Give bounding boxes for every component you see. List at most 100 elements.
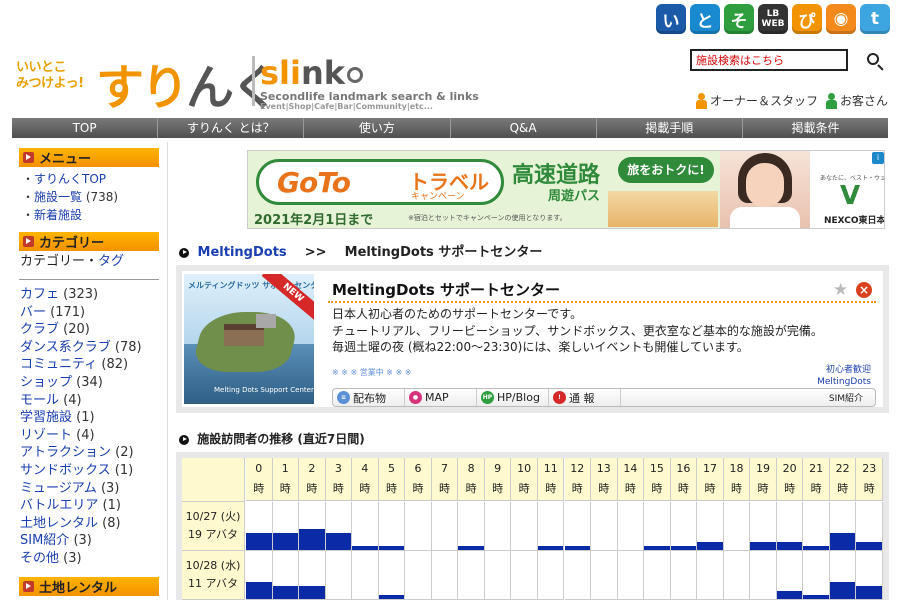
action-gift[interactable]: ≡ 配布物 <box>333 389 405 406</box>
ad-info-icon[interactable]: i <box>872 152 884 164</box>
chart-cell <box>325 551 353 600</box>
category-link[interactable]: バー <box>20 305 46 320</box>
visitor-bar <box>378 545 405 550</box>
twitter-icon[interactable]: t <box>860 4 890 34</box>
visitor-bar <box>776 541 803 550</box>
chart-cell <box>537 502 565 551</box>
itoshi-icon[interactable]: い <box>656 4 686 34</box>
favorite-star-icon[interactable]: ★ <box>833 282 848 299</box>
facility-description: 日本人初心者のためのサポートセンターです。 チュートリアル、フリービーショップ、サ… <box>332 306 877 356</box>
user-link-0[interactable]: オーナー＆スタッフ <box>695 92 818 109</box>
category-count: (4) <box>72 427 95 443</box>
hour-unit: 時 <box>253 482 265 495</box>
facility-tag-link[interactable]: 初心者歓迎 <box>817 364 871 376</box>
menu-link[interactable]: すりんくTOP <box>34 172 106 186</box>
category-link[interactable]: カフェ <box>20 287 59 302</box>
nav-item-1[interactable]: すりんく とは？ <box>158 118 305 138</box>
action-map-pin[interactable]: ● MAP <box>405 389 477 406</box>
category-count: (2) <box>111 445 134 461</box>
category-count: (4) <box>59 392 82 408</box>
category-link[interactable]: モール <box>20 393 59 408</box>
hour-header: 22 時 <box>829 458 857 501</box>
pi-icon[interactable]: ぴ <box>792 4 822 34</box>
facility-card: メルティングドッツ サポートセンター Melting Dots Support … <box>176 265 889 413</box>
hour-header: 8時 <box>458 458 485 501</box>
tag-tab[interactable]: タグ <box>98 254 124 269</box>
hour-header: 2時 <box>299 458 326 501</box>
category-link[interactable]: サンドボックス <box>20 463 111 478</box>
facility-thumbnail[interactable]: メルティングドッツ サポートセンター Melting Dots Support … <box>184 274 314 404</box>
category-link[interactable]: その他 <box>20 551 59 566</box>
facility-search-input[interactable] <box>690 49 848 71</box>
logo-divider <box>252 56 255 106</box>
hour-unit: 時 <box>385 482 397 495</box>
category-link[interactable]: SIM紹介 <box>20 533 69 548</box>
category-link[interactable]: 土地レンタル <box>20 516 98 531</box>
chart-cell <box>378 502 406 551</box>
menu-link[interactable]: 新着施設 <box>34 208 82 222</box>
rss-icon[interactable]: ◉ <box>826 4 856 34</box>
category-link[interactable]: ミュージアム <box>20 481 97 496</box>
search-button[interactable] <box>866 52 886 72</box>
logo-tagline-line: みつけよっ! <box>16 76 84 91</box>
menu-heading: メニュー <box>19 148 159 167</box>
chart-corner <box>182 458 245 502</box>
hour-number: 11 <box>543 462 558 475</box>
category-link[interactable]: ダンス系クラブ <box>20 340 111 355</box>
visitor-bar <box>803 545 829 550</box>
user-link-1[interactable]: お客さん <box>825 92 888 109</box>
nav-item-2[interactable]: 使い方 <box>304 118 451 138</box>
category-link[interactable]: リゾート <box>20 428 72 443</box>
menu-link[interactable]: 施設一覧 <box>34 190 82 204</box>
action-alert[interactable]: ! 通 報 <box>549 389 621 406</box>
facility-title: MeltingDots サポートセンター <box>332 281 561 299</box>
category-tag-switch: カテゴリー・タグ <box>19 251 159 273</box>
category-link[interactable]: コミュニティ <box>20 357 97 372</box>
chart-cell <box>670 502 698 551</box>
sokuho-icon[interactable]: そ <box>724 4 754 34</box>
category-link[interactable]: 学習施設 <box>20 410 72 425</box>
hour-number: 21 <box>809 462 824 475</box>
chart-cell <box>564 502 592 551</box>
hour-unit: 時 <box>651 482 663 495</box>
category-item: 学習施設 (1) <box>20 409 159 427</box>
sim-intro-link[interactable]: SIM紹介 <box>621 389 875 406</box>
topic-icon[interactable]: と <box>690 4 720 34</box>
ad-banner[interactable]: GoTo トラベル キャンペーン 高速道路 周遊パス 2021年2月1日まで ※… <box>247 150 885 229</box>
chart-cell <box>644 502 671 551</box>
lbweb-icon[interactable]: LB WEB <box>758 4 788 34</box>
category-tab[interactable]: カテゴリー <box>20 254 85 269</box>
facility-tag-link[interactable]: MeltingDots <box>817 376 871 388</box>
action-label: 通 報 <box>569 391 595 405</box>
close-icon[interactable]: × <box>856 282 872 298</box>
chart-cell <box>803 502 830 551</box>
visitor-bar <box>776 590 803 599</box>
nav-item-5[interactable]: 掲載条件 <box>743 118 888 138</box>
chart-cell <box>750 502 777 551</box>
nav-item-4[interactable]: 掲載手順 <box>597 118 743 138</box>
category-link[interactable]: ショップ <box>20 375 72 390</box>
breadcrumb-link[interactable]: MeltingDots <box>198 245 287 260</box>
day-date: 10/27 (火) <box>185 510 241 523</box>
logo-categories: Event|Shop|Cafe|Bar|Community|etc... <box>260 102 433 111</box>
site-header: いとそ LB WEB ぴ ◉ t いいとこ みつけよっ! すりんく slink Secon… <box>0 0 900 118</box>
column-divider <box>167 142 168 600</box>
hour-header: 21 時 <box>803 458 830 501</box>
action-hp[interactable]: HP HP/Blog <box>477 389 549 406</box>
chart-cell <box>776 551 804 600</box>
category-link[interactable]: アトラクション <box>20 445 111 460</box>
visitor-bar <box>644 545 670 550</box>
category-link[interactable]: バトルエリア <box>20 498 98 513</box>
hour-header: 17 時 <box>697 458 724 501</box>
hour-number: 8 <box>467 462 475 475</box>
hour-number: 9 <box>494 462 502 475</box>
hour-header: 18 時 <box>723 458 751 501</box>
chart-cell <box>829 502 857 551</box>
nav-item-3[interactable]: Q&A <box>451 118 597 138</box>
hour-unit: 時 <box>518 482 530 495</box>
chart-cell <box>246 502 273 551</box>
site-logo[interactable]: いいとこ みつけよっ! すりんく slink Secondlife landmar… <box>16 52 479 116</box>
nav-item-0[interactable]: TOP <box>12 118 159 138</box>
category-link[interactable]: クラブ <box>20 322 59 337</box>
sidebar: メニュー ・すりんくTOP ・施設一覧 (738) ・新着施設 カテゴリー カテゴリ… <box>19 148 159 596</box>
